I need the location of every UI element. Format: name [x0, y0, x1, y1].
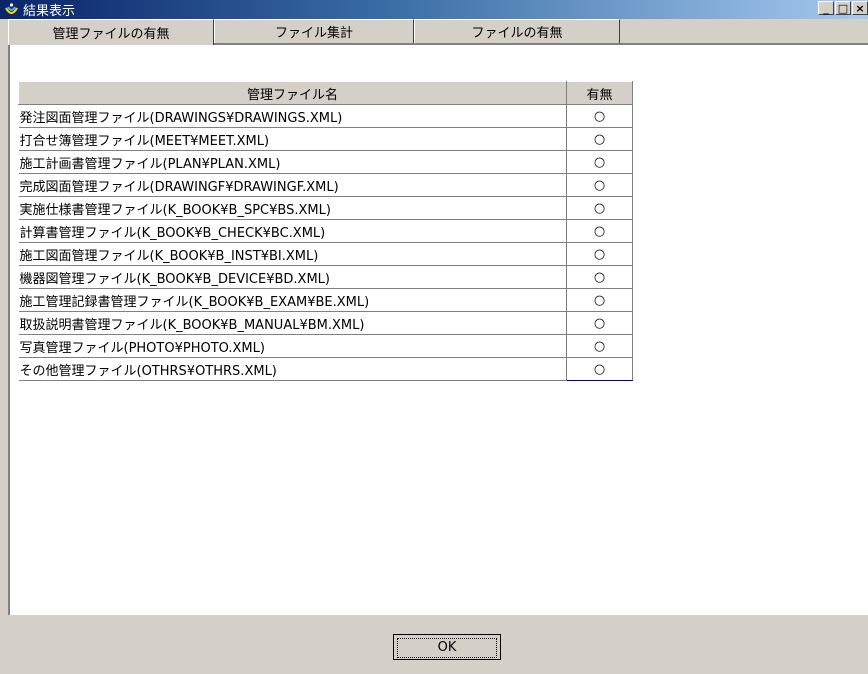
table-row[interactable]: 施工管理記録書管理ファイル(K_BOOK¥B_EXAM¥BE.XML) ○: [18, 288, 633, 312]
file-name-cell[interactable]: 発注図面管理ファイル(DRAWINGS¥DRAWINGS.XML): [18, 104, 567, 128]
button-bar: OK: [0, 615, 868, 674]
presence-cell[interactable]: ○: [566, 219, 633, 243]
presence-cell[interactable]: ○: [566, 127, 633, 151]
minimize-button[interactable]: _: [818, 1, 834, 15]
column-header-presence[interactable]: 有無: [566, 81, 633, 105]
presence-cell[interactable]: ○: [566, 104, 633, 128]
presence-cell[interactable]: ○: [566, 357, 633, 381]
results-table: 管理ファイル名 有無 発注図面管理ファイル(DRAWINGS¥DRAWINGS.…: [18, 81, 633, 381]
maximize-button[interactable]: □: [835, 1, 851, 15]
title-bar[interactable]: 結果表示 _ □ ×: [0, 0, 868, 19]
tab-file-existence[interactable]: ファイルの有無: [414, 19, 620, 43]
presence-cell[interactable]: ○: [566, 311, 633, 335]
table-header-row: 管理ファイル名 有無: [18, 81, 633, 105]
column-header-file-name[interactable]: 管理ファイル名: [18, 81, 567, 105]
ok-button[interactable]: OK: [393, 634, 501, 660]
presence-cell[interactable]: ○: [566, 265, 633, 289]
table-row[interactable]: 発注図面管理ファイル(DRAWINGS¥DRAWINGS.XML) ○: [18, 104, 633, 128]
file-name-cell[interactable]: 機器図管理ファイル(K_BOOK¥B_DEVICE¥BD.XML): [18, 265, 567, 289]
file-name-cell[interactable]: 実施仕様書管理ファイル(K_BOOK¥B_SPC¥BS.XML): [18, 196, 567, 220]
presence-cell[interactable]: ○: [566, 173, 633, 197]
presence-cell[interactable]: ○: [566, 242, 633, 266]
table-row[interactable]: 施工計画書管理ファイル(PLAN¥PLAN.XML) ○: [18, 150, 633, 174]
close-button[interactable]: ×: [852, 1, 868, 15]
table-row[interactable]: 実施仕様書管理ファイル(K_BOOK¥B_SPC¥BS.XML) ○: [18, 196, 633, 220]
presence-cell[interactable]: ○: [566, 288, 633, 312]
file-name-cell[interactable]: 計算書管理ファイル(K_BOOK¥B_CHECK¥BC.XML): [18, 219, 567, 243]
file-name-cell[interactable]: 打合せ簿管理ファイル(MEET¥MEET.XML): [18, 127, 567, 151]
file-name-cell[interactable]: 施工管理記録書管理ファイル(K_BOOK¥B_EXAM¥BE.XML): [18, 288, 567, 312]
file-name-cell[interactable]: 施工計画書管理ファイル(PLAN¥PLAN.XML): [18, 150, 567, 174]
file-name-cell[interactable]: 写真管理ファイル(PHOTO¥PHOTO.XML): [18, 334, 567, 358]
table-row[interactable]: 計算書管理ファイル(K_BOOK¥B_CHECK¥BC.XML) ○: [18, 219, 633, 243]
presence-cell[interactable]: ○: [566, 150, 633, 174]
table-row[interactable]: 完成図面管理ファイル(DRAWINGF¥DRAWINGF.XML) ○: [18, 173, 633, 197]
window-title: 結果表示: [23, 4, 76, 19]
file-name-cell[interactable]: 完成図面管理ファイル(DRAWINGF¥DRAWINGF.XML): [18, 173, 567, 197]
table-row[interactable]: 施工図面管理ファイル(K_BOOK¥B_INST¥BI.XML) ○: [18, 242, 633, 266]
table-row[interactable]: 取扱説明書管理ファイル(K_BOOK¥B_MANUAL¥BM.XML) ○: [18, 311, 633, 335]
file-name-cell[interactable]: 取扱説明書管理ファイル(K_BOOK¥B_MANUAL¥BM.XML): [18, 311, 567, 335]
tab-strip: 管理ファイルの有無 ファイル集計 ファイルの有無: [8, 19, 620, 45]
ok-button-label: OK: [397, 638, 497, 658]
tab-file-summary[interactable]: ファイル集計: [214, 19, 414, 43]
file-name-cell[interactable]: その他管理ファイル(OTHRS¥OTHRS.XML): [18, 357, 567, 381]
results-panel: 管理ファイル名 有無 発注図面管理ファイル(DRAWINGS¥DRAWINGS.…: [8, 43, 868, 615]
table-row[interactable]: 打合せ簿管理ファイル(MEET¥MEET.XML) ○: [18, 127, 633, 151]
table-row[interactable]: 機器図管理ファイル(K_BOOK¥B_DEVICE¥BD.XML) ○: [18, 265, 633, 289]
presence-cell[interactable]: ○: [566, 334, 633, 358]
tab-file-presence[interactable]: 管理ファイルの有無: [8, 19, 214, 45]
presence-cell[interactable]: ○: [566, 196, 633, 220]
table-row[interactable]: 写真管理ファイル(PHOTO¥PHOTO.XML) ○: [18, 334, 633, 358]
file-name-cell[interactable]: 施工図面管理ファイル(K_BOOK¥B_INST¥BI.XML): [18, 242, 567, 266]
app-icon[interactable]: [3, 2, 19, 18]
window-controls: _ □ ×: [818, 1, 868, 15]
table-row[interactable]: その他管理ファイル(OTHRS¥OTHRS.XML) ○: [18, 357, 633, 381]
